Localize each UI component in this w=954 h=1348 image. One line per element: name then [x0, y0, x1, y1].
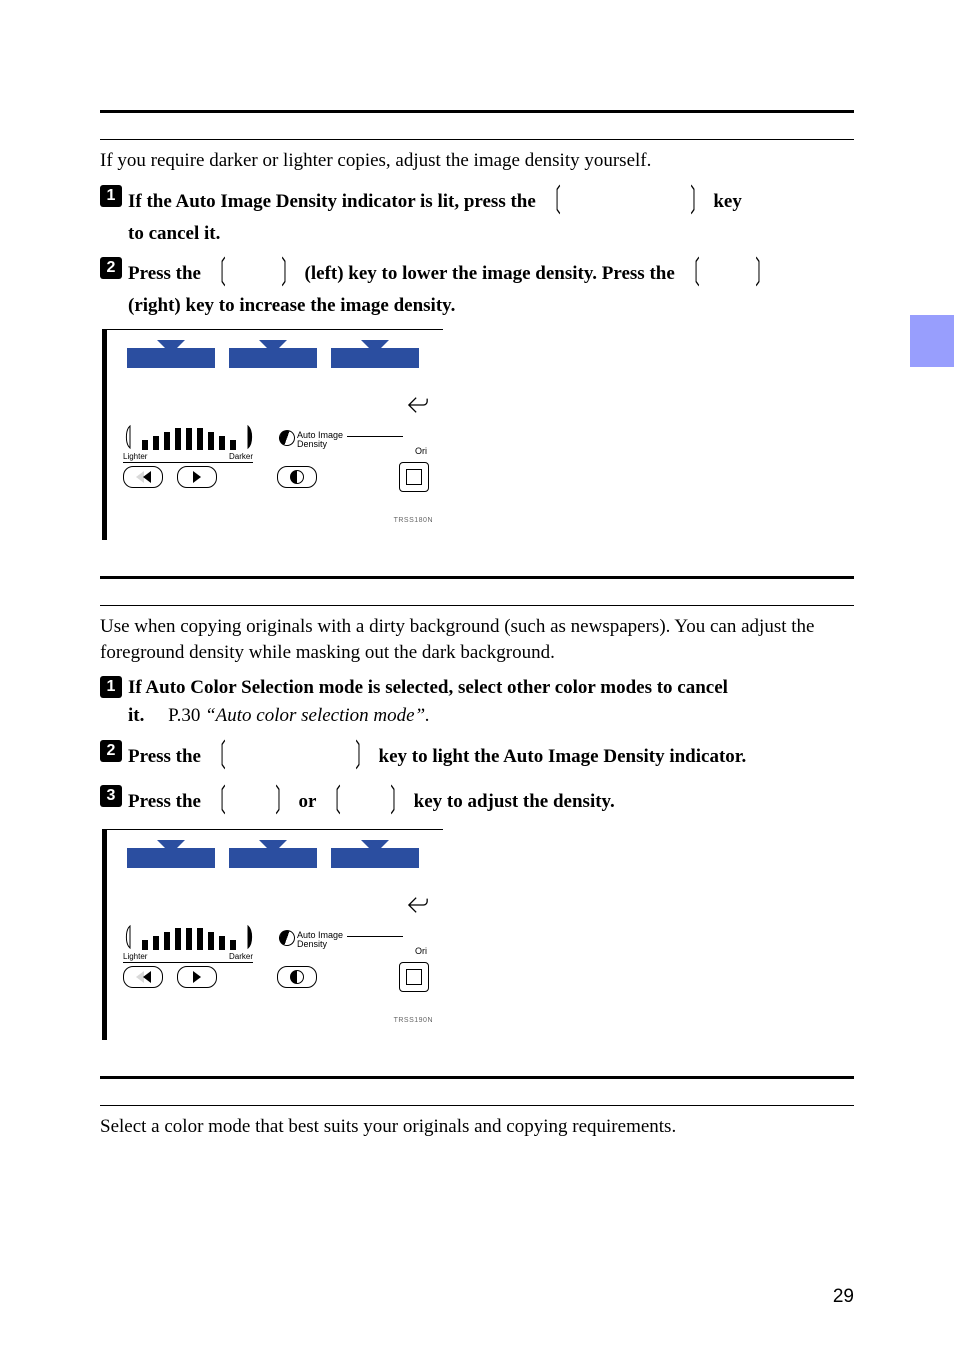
step-text: key: [709, 191, 742, 212]
step-text: Press the: [128, 263, 206, 284]
darker-label: Darker: [229, 952, 253, 961]
section-heading: [100, 113, 854, 139]
step-number-icon: 3: [100, 785, 122, 807]
left-bracket-icon: 〔: [211, 735, 224, 777]
left-bracket-icon: 〔: [326, 780, 339, 822]
step-2: 2 Press the 〔〕 key to light the Auto Ima…: [100, 739, 854, 774]
tab-icon: [331, 348, 419, 368]
tab-icon: [127, 848, 215, 868]
step-text: or: [294, 791, 321, 812]
lighter-button-icon: [123, 466, 163, 488]
lighter-label: Lighter: [123, 952, 147, 961]
lighter-button-icon: [123, 966, 163, 988]
auto-density-label: Auto ImageDensity: [297, 931, 343, 949]
right-bracket-icon: 〕: [355, 735, 368, 777]
left-bracket-icon: 〔: [546, 180, 559, 222]
page-ref: P.30: [168, 705, 205, 726]
auto-density-button-icon: [277, 966, 317, 988]
lighter-label: Lighter: [123, 452, 147, 461]
auto-density-icon: [277, 928, 298, 949]
left-bracket-icon: 〔: [211, 253, 224, 295]
step-number-icon: 1: [100, 676, 122, 698]
back-arrow-icon: [407, 396, 429, 414]
illustration: Lighter Darker Auto ImageDensity Ori TRS…: [102, 329, 854, 540]
rule: [100, 139, 854, 140]
auto-density-button-icon: [277, 466, 317, 488]
tab-icon: [331, 848, 419, 868]
intro-text: If you require darker or lighter copies,…: [100, 148, 854, 174]
orientation-button-icon: [399, 962, 429, 992]
density-label: Lighter Darker: [123, 952, 253, 963]
step-text: to cancel it.: [128, 221, 854, 247]
tab-icon: [229, 848, 317, 868]
ori-label: Ori: [415, 446, 427, 456]
intro-text: Select a color mode that best suits your…: [100, 1114, 854, 1140]
section-heading: [100, 579, 854, 605]
step-text: Press the: [128, 791, 206, 812]
right-bracket-icon: 〕: [755, 253, 768, 295]
section-heading: [100, 1079, 854, 1105]
step-text: (right) key to increase the image densit…: [128, 293, 854, 319]
figure-code: TRSS190N: [394, 1017, 433, 1024]
orientation-button-icon: [399, 462, 429, 492]
tab-icon: [127, 348, 215, 368]
darker-button-icon: [177, 966, 217, 988]
illustration: Lighter Darker Auto ImageDensity Ori TRS…: [102, 829, 854, 1040]
step-1: 1 If the Auto Image Density indicator is…: [100, 184, 854, 247]
right-bracket-icon: 〕: [275, 780, 288, 822]
density-gradient-icon: [123, 924, 255, 950]
line-icon: [347, 936, 403, 937]
step-text: key to light the Auto Image Density indi…: [374, 746, 746, 767]
intro-text: Use when copying originals with a dirty …: [100, 614, 854, 665]
right-bracket-icon: 〕: [281, 253, 294, 295]
density-gradient-icon: [123, 424, 255, 450]
step-1: 1 If Auto Color Selection mode is select…: [100, 675, 854, 728]
left-bracket-icon: 〔: [685, 253, 698, 295]
left-bracket-icon: 〔: [211, 780, 224, 822]
back-arrow-icon: [407, 896, 429, 914]
auto-density-icon: [277, 428, 298, 449]
figure-code: TRSS180N: [394, 517, 433, 524]
step-text: Press the: [128, 746, 206, 767]
darker-button-icon: [177, 466, 217, 488]
density-label: Lighter Darker: [123, 452, 253, 463]
right-bracket-icon: 〕: [690, 180, 703, 222]
line-icon: [347, 436, 403, 437]
step-text: If the Auto Image Density indicator is l…: [128, 191, 541, 212]
page: If you require darker or lighter copies,…: [0, 0, 954, 1186]
page-number: 29: [833, 1286, 854, 1308]
darker-label: Darker: [229, 452, 253, 461]
tab-icon: [229, 348, 317, 368]
step-number-icon: 1: [100, 185, 122, 207]
auto-density-label: Auto ImageDensity: [297, 431, 343, 449]
page-ref-title: “Auto color selection mode”.: [205, 705, 430, 726]
rule: [100, 1105, 854, 1106]
step-3: 3 Press the 〔〕 or 〔〕 key to adjust the d…: [100, 784, 854, 819]
step-text: If Auto Color Selection mode is selected…: [128, 677, 728, 698]
rule: [100, 605, 854, 606]
step-text: (left) key to lower the image density. P…: [300, 263, 680, 284]
ori-label: Ori: [415, 946, 427, 956]
step-text: it.: [128, 705, 149, 726]
step-text: key to adjust the density.: [409, 791, 615, 812]
step-number-icon: 2: [100, 740, 122, 762]
right-bracket-icon: 〕: [390, 780, 403, 822]
step-number-icon: 2: [100, 257, 122, 279]
side-tab: [910, 315, 954, 367]
step-2: 2 Press the 〔 〕 (left) key to lower the i…: [100, 256, 854, 319]
